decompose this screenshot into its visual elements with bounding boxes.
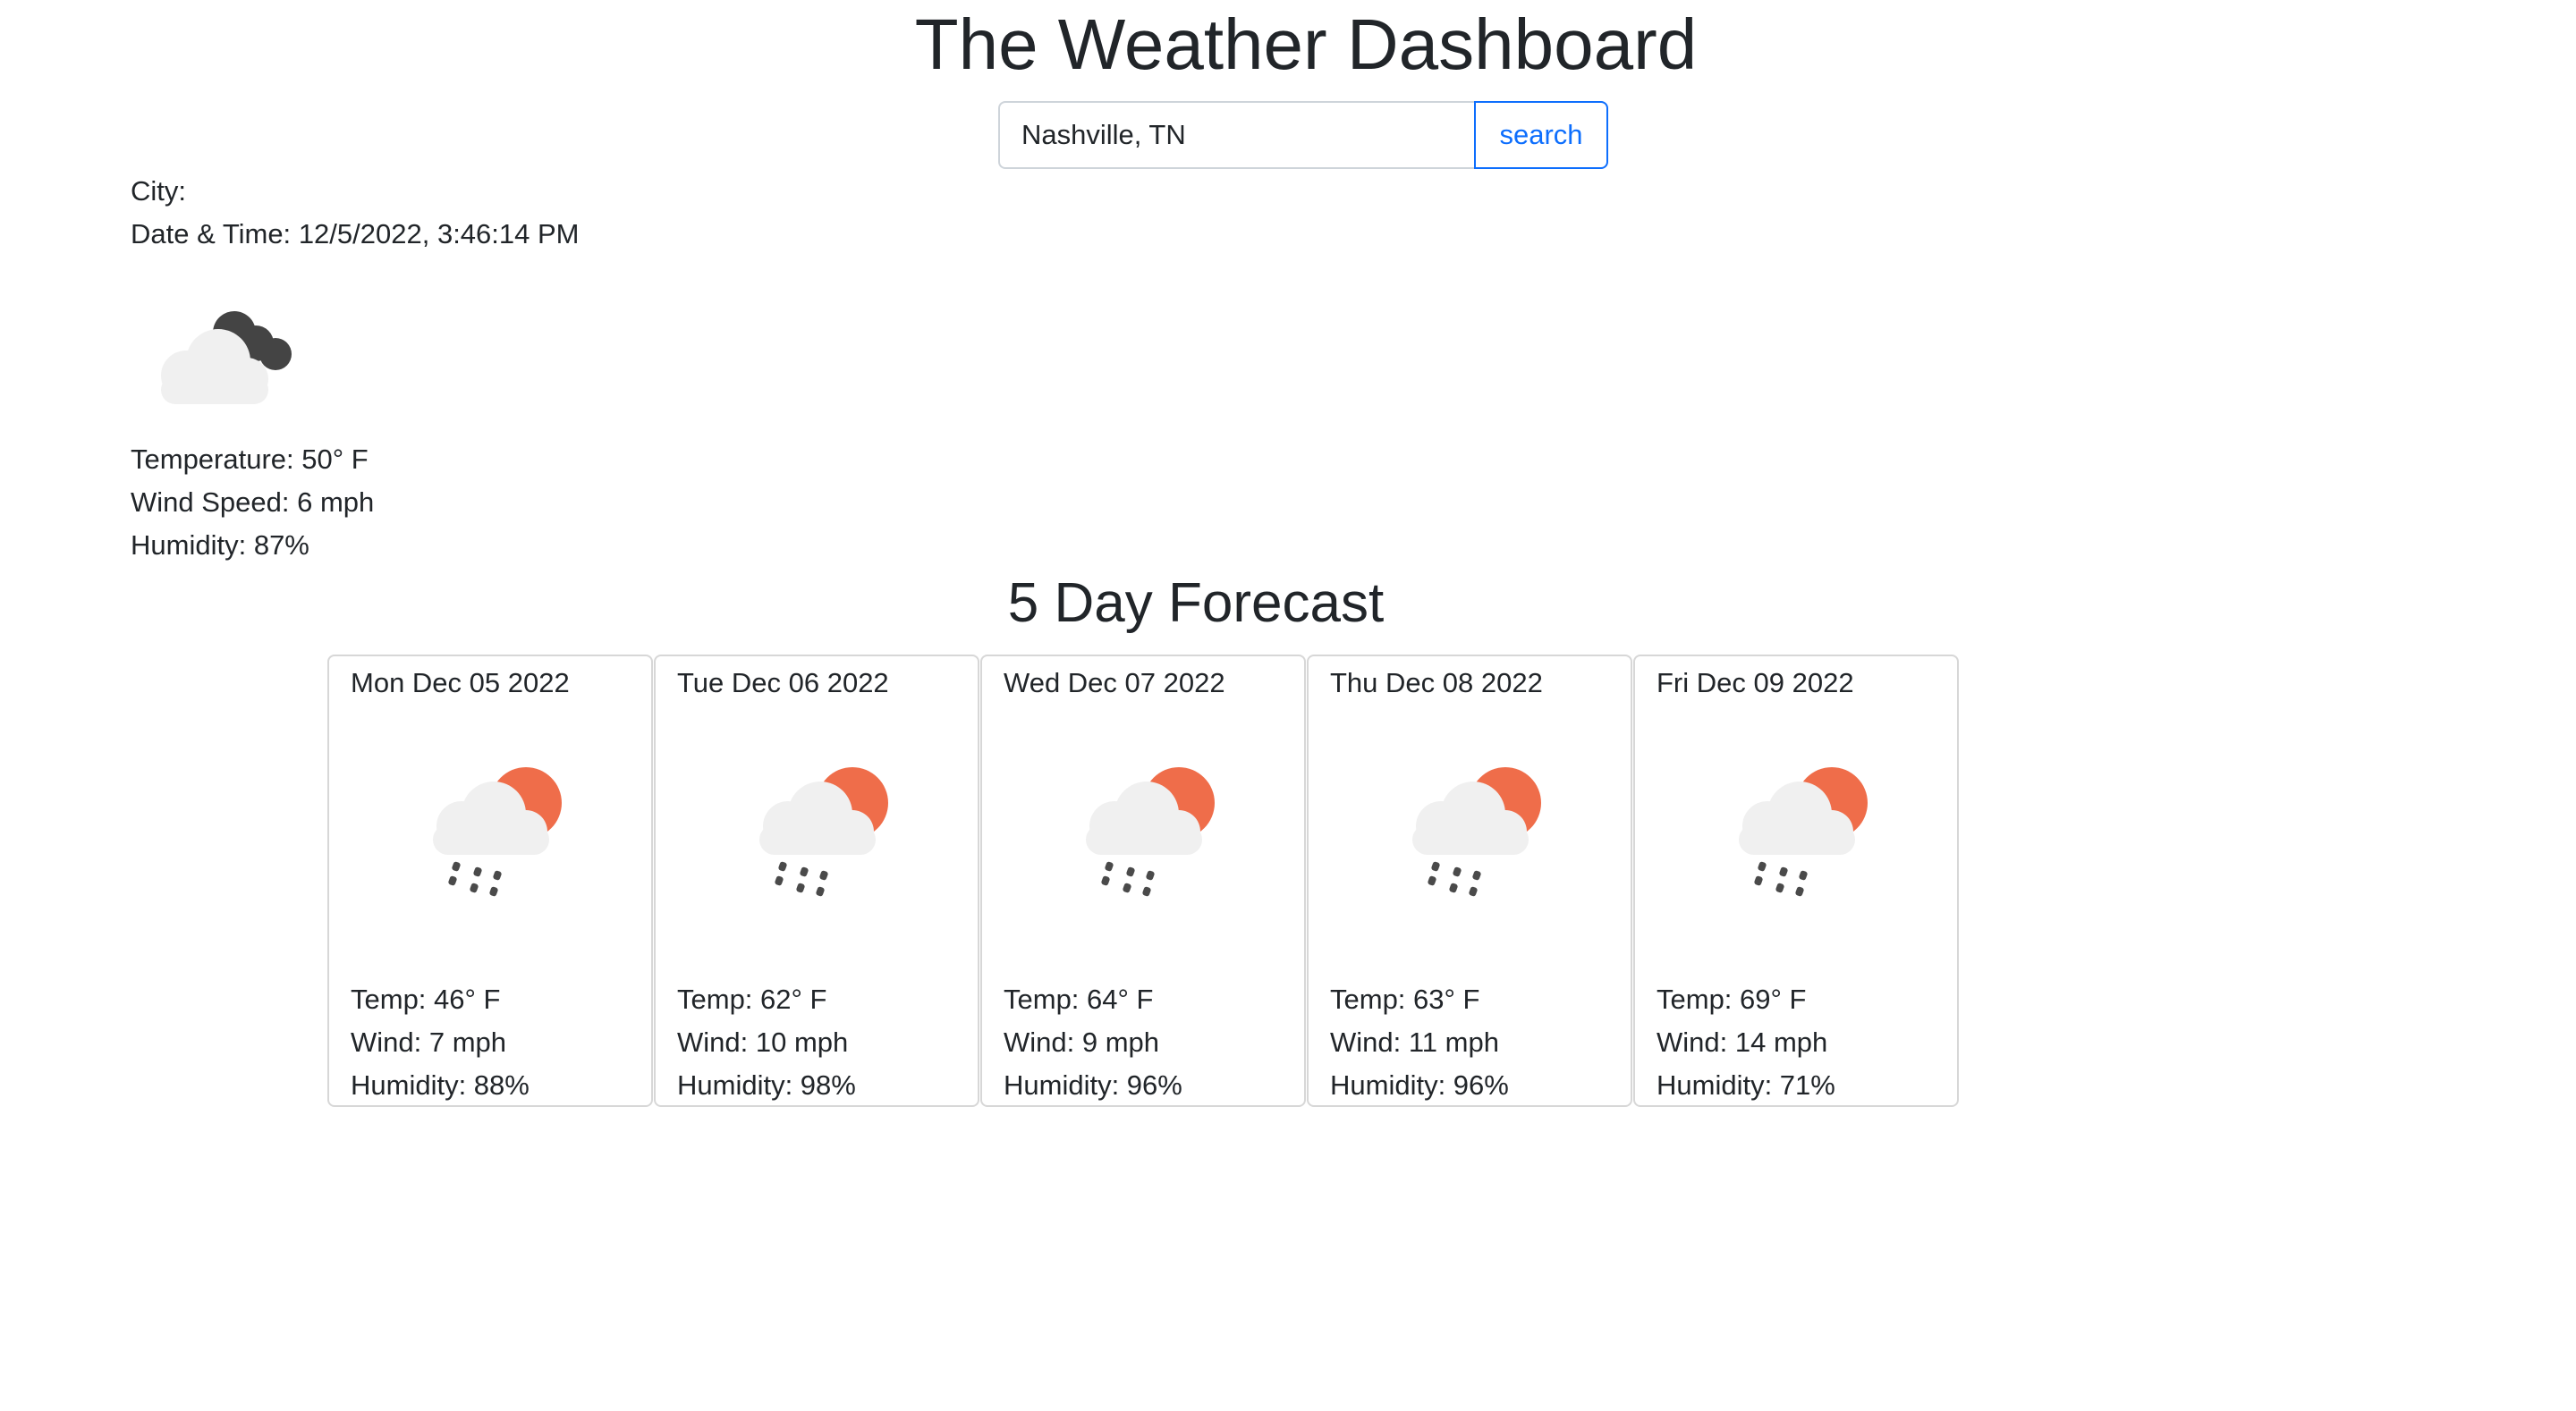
- forecast-card: Mon Dec 05 2022 Temp: 46° F Wind: 7 mph …: [327, 655, 653, 1107]
- datetime-line: Date & Time: 12/5/2022, 3:46:14 PM: [131, 213, 580, 256]
- forecast-stats: Temp: 69° F Wind: 14 mph Humidity: 71%: [1657, 978, 1835, 1107]
- forecast-date: Mon Dec 05 2022: [351, 667, 570, 698]
- datetime-label: Date & Time:: [131, 218, 292, 249]
- forecast-stats: Temp: 62° F Wind: 10 mph Humidity: 98%: [677, 978, 856, 1107]
- humidity-label: Humidity:: [131, 529, 247, 561]
- forecast-temp: Temp: 46° F: [351, 984, 501, 1015]
- forecast-date: Wed Dec 07 2022: [1004, 667, 1225, 698]
- forecast-stats: Temp: 64° F Wind: 9 mph Humidity: 96%: [1004, 978, 1182, 1107]
- search-bar: search: [998, 101, 1608, 169]
- wind-line: Wind Speed: 6 mph: [131, 481, 374, 524]
- humidity-line: Humidity: 87%: [131, 524, 374, 567]
- current-weather-info: City: Date & Time: 12/5/2022, 3:46:14 PM: [131, 170, 580, 256]
- forecast-date: Thu Dec 08 2022: [1330, 667, 1543, 698]
- forecast-humidity: Humidity: 71%: [1657, 1069, 1835, 1101]
- temperature-line: Temperature: 50° F: [131, 438, 374, 481]
- forecast-stats: Temp: 46° F Wind: 7 mph Humidity: 88%: [351, 978, 530, 1107]
- sun-rain-cloud-icon: [1739, 767, 1868, 897]
- temperature-value: 50° F: [301, 444, 369, 475]
- forecast-temp: Temp: 63° F: [1330, 984, 1480, 1015]
- wind-value: 6 mph: [297, 486, 375, 518]
- forecast-date: Tue Dec 06 2022: [677, 667, 889, 698]
- forecast-temp: Temp: 62° F: [677, 984, 827, 1015]
- forecast-wind: Wind: 7 mph: [351, 1027, 507, 1058]
- sun-rain-cloud-icon: [759, 767, 888, 897]
- sun-rain-cloud-icon: [433, 767, 562, 897]
- temperature-label: Temperature:: [131, 444, 294, 475]
- sun-rain-cloud-icon: [1412, 767, 1541, 897]
- night-cloudy-icon: [161, 311, 292, 404]
- humidity-value: 87%: [253, 529, 309, 561]
- city-label: City:: [131, 175, 186, 207]
- search-input[interactable]: [998, 101, 1474, 169]
- sun-rain-cloud-icon: [1086, 767, 1215, 897]
- city-line: City:: [131, 170, 580, 213]
- forecast-date: Fri Dec 09 2022: [1657, 667, 1854, 698]
- forecast-card: Wed Dec 07 2022 Temp: 64° F Wind: 9 mph …: [980, 655, 1306, 1107]
- forecast-temp: Temp: 64° F: [1004, 984, 1154, 1015]
- page-title: The Weather Dashboard: [914, 4, 1698, 84]
- forecast-temp: Temp: 69° F: [1657, 984, 1807, 1015]
- forecast-wind: Wind: 10 mph: [677, 1027, 849, 1058]
- forecast-humidity: Humidity: 96%: [1004, 1069, 1182, 1101]
- forecast-wind: Wind: 11 mph: [1330, 1027, 1499, 1058]
- datetime-value: 12/5/2022, 3:46:14 PM: [298, 218, 580, 249]
- forecast-humidity: Humidity: 98%: [677, 1069, 856, 1101]
- forecast-card: Tue Dec 06 2022 Temp: 62° F Wind: 10 mph…: [654, 655, 979, 1107]
- forecast-cards: Mon Dec 05 2022 Temp: 46° F Wind: 7 mph …: [327, 655, 1960, 1107]
- search-button[interactable]: search: [1474, 101, 1608, 169]
- forecast-card: Fri Dec 09 2022 Temp: 69° F Wind: 14 mph…: [1633, 655, 1959, 1107]
- forecast-title: 5 Day Forecast: [1007, 572, 1385, 634]
- forecast-stats: Temp: 63° F Wind: 11 mph Humidity: 96%: [1330, 978, 1509, 1107]
- forecast-wind: Wind: 9 mph: [1004, 1027, 1160, 1058]
- wind-label: Wind Speed:: [131, 486, 290, 518]
- forecast-wind: Wind: 14 mph: [1657, 1027, 1828, 1058]
- current-weather-stats: Temperature: 50° F Wind Speed: 6 mph Hum…: [131, 438, 374, 567]
- forecast-humidity: Humidity: 96%: [1330, 1069, 1509, 1101]
- forecast-card: Thu Dec 08 2022 Temp: 63° F Wind: 11 mph…: [1307, 655, 1632, 1107]
- forecast-humidity: Humidity: 88%: [351, 1069, 530, 1101]
- page: The Weather Dashboard search City: Date …: [0, 0, 2576, 1411]
